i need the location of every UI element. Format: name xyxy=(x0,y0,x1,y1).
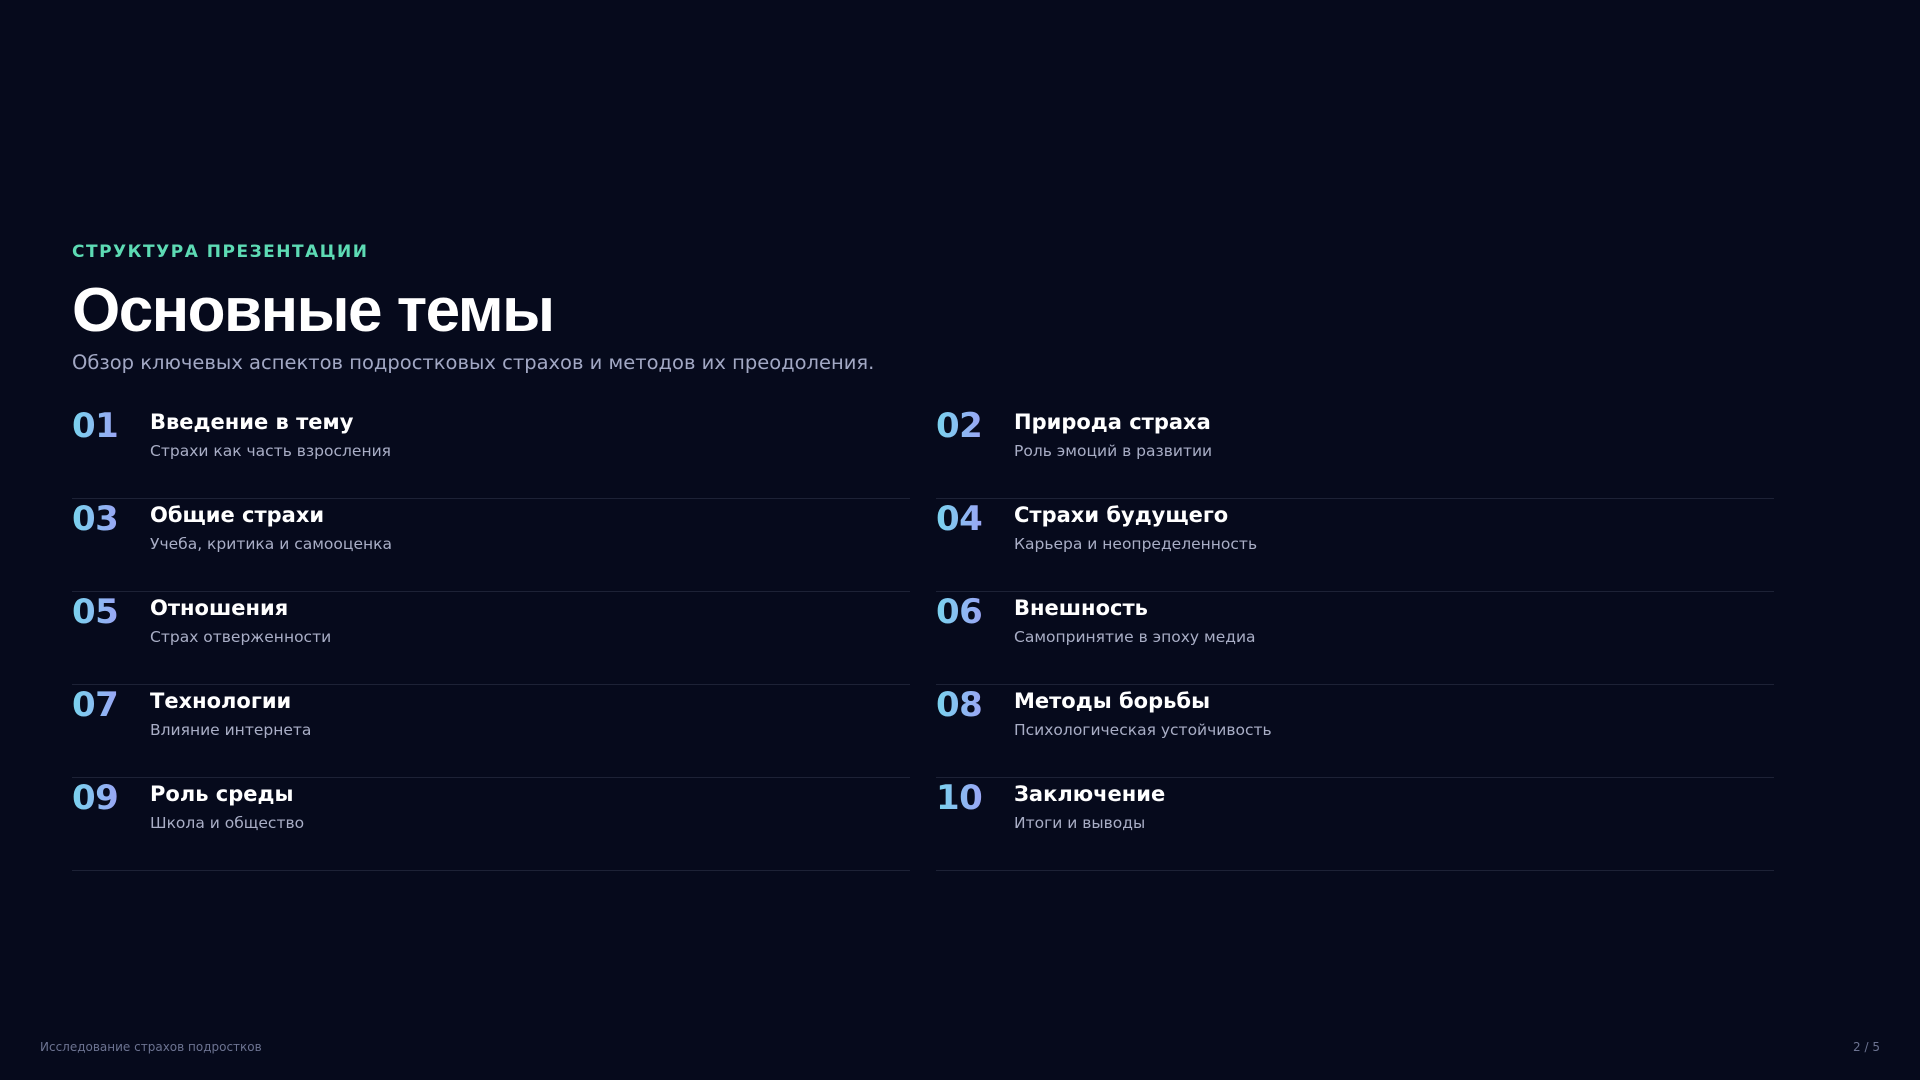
topic-item: 07 Технологии Влияние интернета xyxy=(72,685,910,778)
topic-number: 01 xyxy=(72,406,119,446)
topic-item: 08 Методы борьбы Психологическая устойчи… xyxy=(936,685,1774,778)
topic-title: Технологии xyxy=(150,689,292,713)
topic-title: Внешность xyxy=(1014,596,1148,620)
topic-number: 08 xyxy=(936,685,983,725)
slide-content: СТРУКТУРА ПРЕЗЕНТАЦИИ Основные темы Обзо… xyxy=(72,240,1774,871)
footer-presentation-title: Исследование страхов подростков xyxy=(40,1040,262,1054)
topic-description: Карьера и неопределенность xyxy=(1014,535,1258,553)
topic-description: Роль эмоций в развитии xyxy=(1014,442,1213,460)
topic-title: Общие страхи xyxy=(150,503,325,527)
topic-description: Учеба, критика и самооценка xyxy=(150,535,392,553)
topic-description: Влияние интернета xyxy=(150,721,312,739)
topic-description: Самопринятие в эпоху медиа xyxy=(1014,628,1256,646)
topic-number: 07 xyxy=(72,685,119,725)
topic-item: 03 Общие страхи Учеба, критика и самооце… xyxy=(72,499,910,592)
topic-item: 09 Роль среды Школа и общество xyxy=(72,778,910,871)
topic-description: Школа и общество xyxy=(150,814,305,832)
topic-title: Методы борьбы xyxy=(1014,689,1211,713)
topic-item: 01 Введение в тему Страхи как часть взро… xyxy=(72,406,910,499)
page-subtitle: Обзор ключевых аспектов подростковых стр… xyxy=(72,351,875,374)
page-indicator: 2 / 5 xyxy=(1853,1040,1880,1054)
topic-title: Отношения xyxy=(150,596,289,620)
topic-description: Психологическая устойчивость xyxy=(1014,721,1272,739)
topic-title: Заключение xyxy=(1014,782,1166,806)
topic-number: 03 xyxy=(72,499,119,539)
presentation-slide: СТРУКТУРА ПРЕЗЕНТАЦИИ Основные темы Обзо… xyxy=(0,0,1920,1080)
topic-number: 09 xyxy=(72,778,119,818)
topic-description: Страх отверженности xyxy=(150,628,332,646)
topic-item: 02 Природа страха Роль эмоций в развитии xyxy=(936,406,1774,499)
topic-description: Итоги и выводы xyxy=(1014,814,1146,832)
topic-item: 06 Внешность Самопринятие в эпоху медиа xyxy=(936,592,1774,685)
topic-number: 10 xyxy=(936,778,983,818)
page-title: Основные темы xyxy=(72,276,555,345)
topic-number: 06 xyxy=(936,592,983,632)
topic-item: 10 Заключение Итоги и выводы xyxy=(936,778,1774,871)
topic-title: Роль среды xyxy=(150,782,294,806)
section-eyebrow: СТРУКТУРА ПРЕЗЕНТАЦИИ xyxy=(72,242,369,262)
topic-title: Природа страха xyxy=(1014,410,1211,434)
topics-grid: 01 Введение в тему Страхи как часть взро… xyxy=(72,406,1774,871)
topic-item: 05 Отношения Страх отверженности xyxy=(72,592,910,685)
topic-item: 04 Страхи будущего Карьера и неопределен… xyxy=(936,499,1774,592)
topic-title: Введение в тему xyxy=(150,410,354,434)
topic-number: 05 xyxy=(72,592,119,632)
topic-number: 02 xyxy=(936,406,983,446)
topic-number: 04 xyxy=(936,499,983,539)
topic-title: Страхи будущего xyxy=(1014,503,1229,527)
topic-description: Страхи как часть взросления xyxy=(150,442,391,460)
